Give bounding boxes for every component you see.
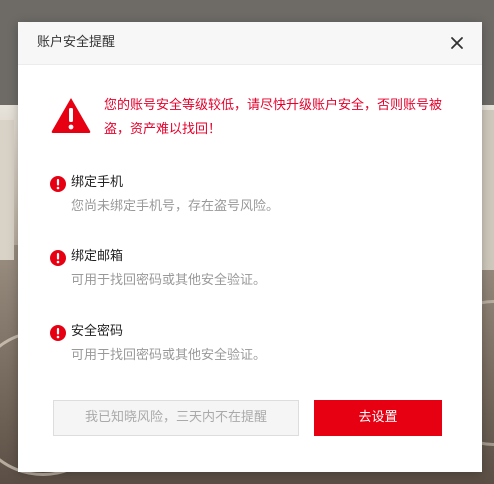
item-description: 可用于找回密码或其他安全验证。: [71, 348, 267, 363]
item-title: 安全密码: [71, 324, 124, 339]
dismiss-three-days-button[interactable]: 我已知晓风险，三天内不在提醒: [53, 400, 299, 436]
dialog-title: 账户安全提醒: [37, 35, 116, 50]
backdrop-column-left: [0, 120, 14, 260]
dialog-header: 账户安全提醒: [18, 22, 482, 65]
item-description: 您尚未绑定手机号，存在盗号风险。: [71, 199, 280, 214]
item-title: 绑定手机: [71, 175, 124, 190]
warning-triangle-icon: [50, 96, 92, 134]
alert-circle-icon: [50, 176, 66, 192]
list-item-bind-phone: 绑定手机 您尚未绑定手机号，存在盗号风险。: [50, 173, 460, 217]
close-icon[interactable]: [448, 34, 466, 52]
account-security-dialog: 账户安全提醒 您的账号安全等级较低，请尽快升级账户安全，否则账号被盗，资产难以找…: [18, 22, 482, 472]
list-item-bind-email: 绑定邮箱 可用于找回密码或其他安全验证。: [50, 247, 460, 291]
item-title: 绑定邮箱: [71, 249, 124, 264]
go-to-settings-button[interactable]: 去设置: [314, 400, 442, 436]
alert-circle-icon: [50, 250, 66, 266]
security-warning-text: 您的账号安全等级较低，请尽快升级账户安全，否则账号被盗，资产难以找回！: [104, 98, 443, 137]
backdrop-column-right: [480, 110, 494, 270]
alert-circle-icon: [50, 325, 66, 341]
item-description: 可用于找回密码或其他安全验证。: [71, 273, 267, 288]
list-item-security-password: 安全密码 可用于找回密码或其他安全验证。: [50, 322, 460, 366]
